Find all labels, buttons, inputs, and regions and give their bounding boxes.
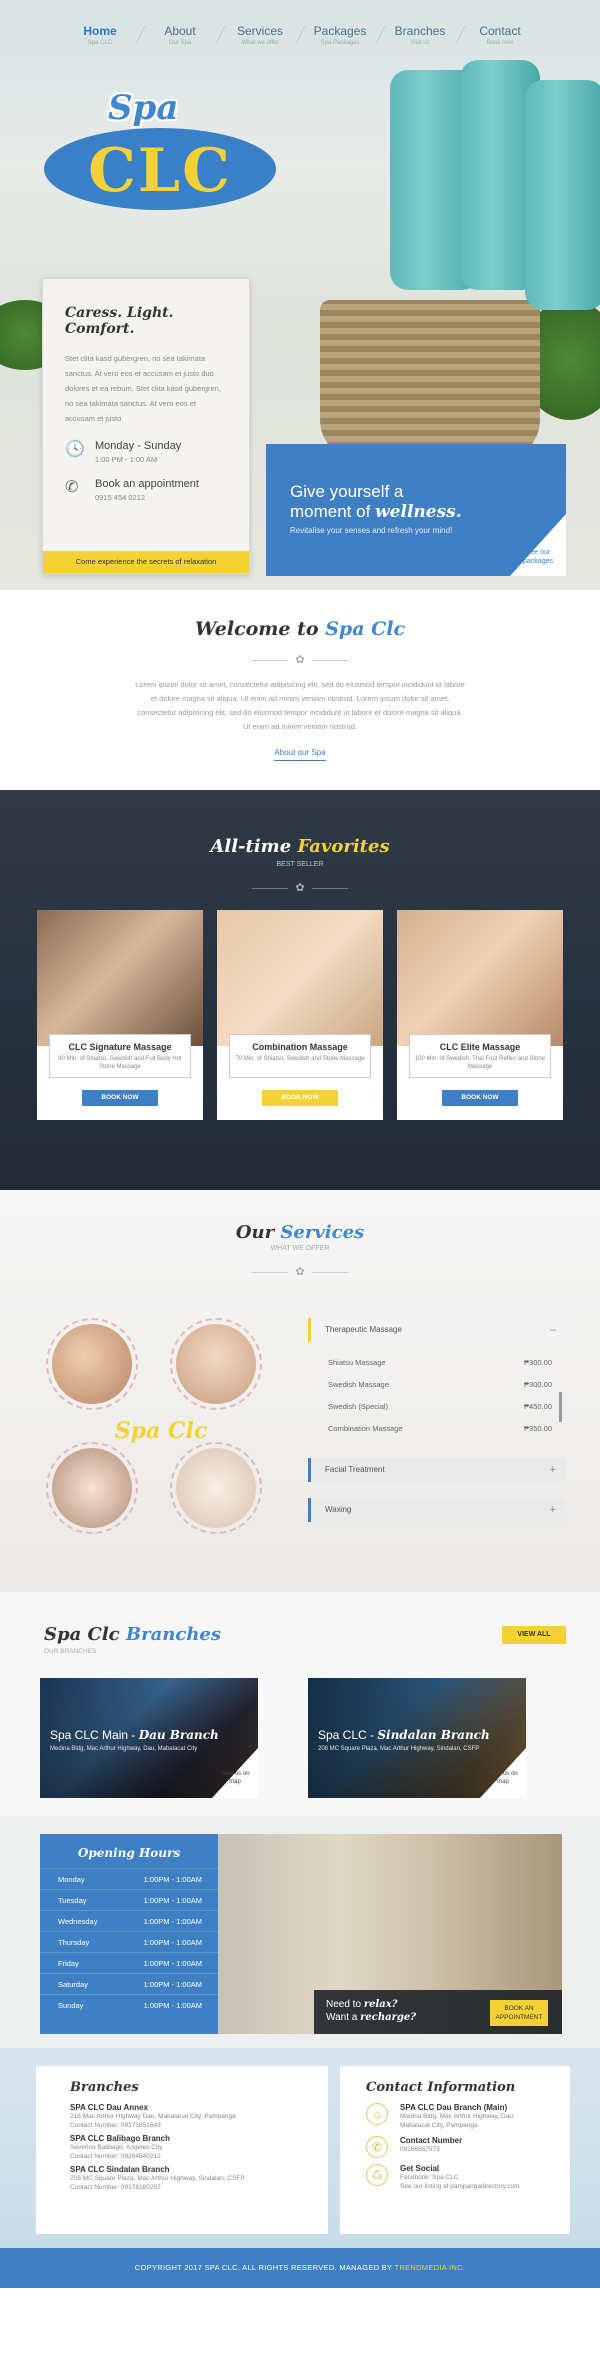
divider: ✿: [0, 654, 600, 666]
welcome-body: Lorem ipsum dolor sit amet, consectetur …: [135, 680, 465, 731]
minus-icon: –: [549, 1324, 556, 1336]
footer-company-link[interactable]: TRENDMEDIA INC.: [394, 2263, 465, 2272]
nav-packages[interactable]: Packages Spa Packages: [300, 24, 380, 46]
massage-image: [217, 910, 383, 1046]
hours-row: 🕓 Monday - Sunday 1:00 PM - 1:00 AM: [65, 440, 182, 464]
intro-title: Caress. Light. Comfort.: [65, 305, 174, 337]
massage-image: [37, 910, 203, 1046]
service-row: Swedish Massage ₱300.00: [328, 1380, 552, 1389]
phone-icon: ✆: [65, 479, 79, 496]
intro-card: Caress. Light. Comfort. Stet clita kasd …: [42, 278, 250, 574]
service-row: Shiatsu Massage ₱300.00: [328, 1358, 552, 1367]
favorites-subtitle: BEST SELLER: [276, 861, 324, 868]
view-map-link[interactable]: View us on map: [486, 1770, 520, 1786]
logo[interactable]: Spa CLC: [44, 88, 276, 218]
opening-hours-panel: Opening Hours Monday 1:00PM - 1:00AM Tues…: [40, 1834, 218, 2034]
favorites-title: All-time Favorites: [210, 836, 390, 857]
contact-section: Branches SPA CLC Dau Annex 216 Mac Arthur…: [0, 2048, 600, 2248]
branch-card[interactable]: Spa CLC - Sindalan Branch 208 MC Square …: [308, 1678, 526, 1798]
services-accordion: Therapeutic Massage – Shiatsu Massage ₱300…: [308, 1318, 566, 1538]
welcome-title: Welcome to Spa Clc: [194, 618, 406, 640]
contact-entry: ⌂ SPA CLC Dau Branch (Main) Medina Bldg, M…: [366, 2103, 570, 2130]
home-icon: ⌂: [366, 2103, 388, 2125]
hours-row: Sunday 1:00PM - 1:00AM: [40, 1994, 218, 2015]
flower-icon: ✿: [295, 1266, 305, 1278]
see-packages-link[interactable]: See our packages: [518, 548, 558, 566]
branches-box: Branches SPA CLC Dau Annex 216 Mac Arthur…: [36, 2066, 328, 2234]
divider: ✿: [0, 882, 600, 894]
nav-contact[interactable]: Contact Book now: [460, 24, 540, 46]
main-nav: Home Spa CLC About Our Spa Services What we…: [60, 24, 570, 46]
welcome-section: Welcome to Spa Clc ✿ Lorem ipsum dolor s…: [0, 590, 600, 790]
social-icon: ♺: [366, 2164, 388, 2186]
basket-image: [320, 300, 540, 460]
spa-clc-watermark: Spa Clc: [114, 1418, 208, 1444]
plus-icon: +: [549, 1464, 556, 1476]
favorites-section: All-time Favorites BEST SELLER ✿ CLC Sig…: [0, 790, 600, 1190]
hours-row: Wednesday 1:00PM - 1:00AM: [40, 1910, 218, 1931]
branch-entry: SPA CLC Dau Annex 216 Mac Arthur Highway …: [70, 2103, 236, 2129]
divider: ✿: [0, 1266, 600, 1278]
nav-home[interactable]: Home Spa CLC: [60, 24, 140, 46]
towels-image: [330, 60, 600, 310]
hours-row: Thursday 1:00PM - 1:00AM: [40, 1931, 218, 1952]
service-images: Spa Clc: [46, 1318, 276, 1548]
wellness-banner: Give yourself a moment of wellness. Revi…: [266, 444, 566, 576]
plus-icon: +: [549, 1504, 556, 1516]
favorite-card: CLC Elite Massage 100 Min. of Swedish, Th…: [397, 910, 563, 1120]
nav-branches[interactable]: Branches Visit us: [380, 24, 460, 46]
hero-section: Home Spa CLC About Our Spa Services What we…: [0, 0, 600, 590]
accordion-waxing[interactable]: Waxing +: [308, 1498, 566, 1522]
massage-image: [397, 910, 563, 1046]
logo-spa-text: Spa: [108, 88, 179, 128]
footer: COPYRIGHT 2017 SPA CLC. ALL RIGHTS RESER…: [0, 2248, 600, 2288]
contact-info-box: Contact Information ⌂ SPA CLC Dau Branch …: [340, 2066, 570, 2234]
view-all-button[interactable]: VIEW ALL: [502, 1626, 566, 1644]
book-appointment-button[interactable]: BOOK AN APPOINTMENT: [490, 2000, 548, 2026]
phone-icon: ✆: [366, 2136, 388, 2158]
intro-body: Stet clita kasd gubergren, no sea takima…: [65, 354, 221, 423]
book-now-button[interactable]: BOOK NOW: [442, 1090, 518, 1106]
hours-row: Tuesday 1:00PM - 1:00AM: [40, 1889, 218, 1910]
accordion-facial[interactable]: Facial Treatment +: [308, 1458, 566, 1482]
services-section: Our Services WHAT WE OFFER ✿ Spa Clc The…: [0, 1190, 600, 1592]
flower-icon: ✿: [295, 654, 305, 666]
contact-entry: ♺ Get Social Facebook: Spa CLC See our list…: [366, 2164, 570, 2191]
book-row[interactable]: ✆ Book an appointment 0915 454 0212: [65, 478, 227, 502]
contact-entry: ✆ Contact Number 09266657573: [366, 2136, 570, 2158]
relaxation-bar: Come experience the secrets of relaxatio…: [43, 551, 249, 573]
flower-icon: ✿: [295, 882, 305, 894]
branch-card[interactable]: Spa CLC Main - Dau Branch Medina Bldg, M…: [40, 1678, 258, 1798]
branches-title: Spa Clc Branches: [44, 1624, 221, 1645]
accordion-therapeutic[interactable]: Therapeutic Massage –: [308, 1318, 566, 1342]
hours-row: Friday 1:00PM - 1:00AM: [40, 1952, 218, 1973]
nav-services[interactable]: Services What we offer: [220, 24, 300, 46]
service-row: Combination Massage ₱350.00: [328, 1424, 552, 1433]
services-title: Our Services: [235, 1222, 365, 1243]
hours-row: Monday 1:00PM - 1:00AM: [40, 1868, 218, 1889]
hours-row: Saturday 1:00PM - 1:00AM: [40, 1973, 218, 1994]
about-link[interactable]: About our Spa: [274, 748, 326, 761]
scrollbar[interactable]: [559, 1392, 562, 1422]
branches-section: Spa Clc Branches OUR BRANCHES VIEW ALL S…: [0, 1592, 600, 1816]
appointment-bar: Need to relax? Want a recharge? BOOK AN A…: [314, 1990, 562, 2034]
opening-section: Opening Hours Monday 1:00PM - 1:00AM Tues…: [0, 1816, 600, 2048]
book-now-button[interactable]: BOOK NOW: [82, 1090, 158, 1106]
favorite-card: Combination Massage 70 Min. of Shiatsu, S…: [217, 910, 383, 1120]
branch-entry: SPA CLC Balibago Branch Severina Balibago…: [70, 2134, 171, 2160]
clock-icon: 🕓: [65, 441, 85, 458]
book-now-button[interactable]: BOOK NOW: [262, 1090, 338, 1106]
nav-about[interactable]: About Our Spa: [140, 24, 220, 46]
favorite-card: CLC Signature Massage 90 Min. of Shiatsu,…: [37, 910, 203, 1120]
service-row: Swedish (Special) ₱450.00: [328, 1402, 552, 1411]
branch-entry: SPA CLC Sindalan Branch 208 MC Square Pla…: [70, 2165, 245, 2191]
view-map-link[interactable]: View us on map: [218, 1770, 252, 1786]
logo-clc-text: CLC: [88, 136, 232, 206]
